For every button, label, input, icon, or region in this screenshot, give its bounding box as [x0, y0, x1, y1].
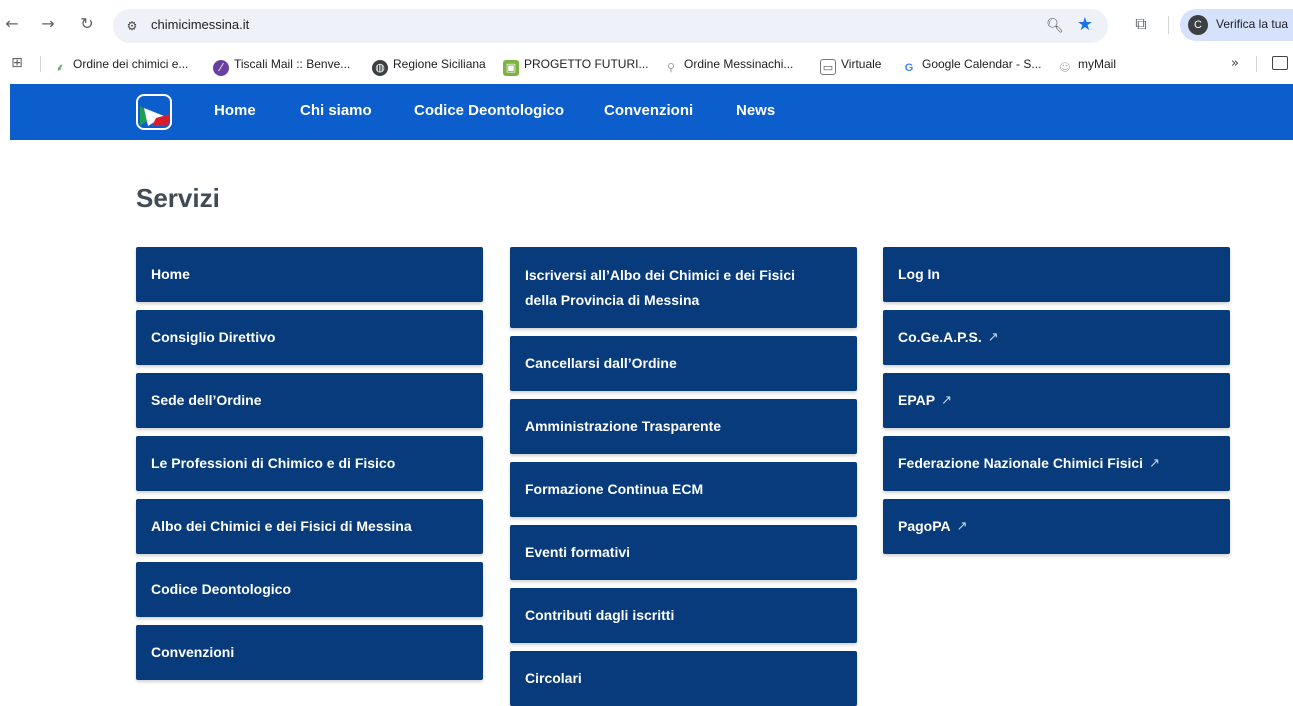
bookmark-item[interactable]: ⚲ Ordine Messinachi...: [663, 55, 793, 74]
avatar: C: [1188, 15, 1208, 35]
service-tile-consiglio-direttivo[interactable]: Consiglio Direttivo: [136, 310, 483, 365]
browser-toolbar: ← → ↻ ⚙ chimicimessina.it 🔍︎ ★ ⧉ C Verif…: [0, 0, 1293, 48]
nav-chi-siamo[interactable]: Chi siamo: [300, 102, 372, 119]
service-tile-epap[interactable]: EPAP ↗: [883, 373, 1230, 428]
service-tile-convenzioni[interactable]: Convenzioni: [136, 625, 483, 680]
bookmark-item[interactable]: ▣ PROGETTO FUTURI...: [503, 55, 648, 76]
address-bar[interactable]: ⚙ chimicimessina.it 🔍︎ ★: [113, 9, 1108, 43]
folder-icon[interactable]: [1272, 56, 1288, 70]
page-title: Servizi: [136, 183, 220, 213]
zoom-icon[interactable]: 🔍︎: [1044, 15, 1066, 37]
url-text[interactable]: chimicimessina.it: [151, 17, 249, 32]
service-tile-pagopa[interactable]: PagoPA ↗: [883, 499, 1230, 554]
service-tile-login[interactable]: Log In: [883, 247, 1230, 302]
service-tile-home[interactable]: Home: [136, 247, 483, 302]
site-info-icon[interactable]: ⚙: [122, 16, 142, 36]
reload-icon[interactable]: ↻: [75, 12, 99, 36]
divider: [40, 56, 41, 72]
plant-icon: ⸙: [55, 61, 65, 74]
apps-grid-icon[interactable]: ⊞: [8, 54, 26, 72]
divider: [1256, 56, 1257, 72]
bookmark-star-icon[interactable]: ★: [1074, 14, 1096, 36]
service-tile-formazione[interactable]: Formazione Continua ECM: [510, 462, 857, 517]
tiscali-icon: ⁄: [213, 60, 229, 76]
service-tile-professioni[interactable]: Le Professioni di Chimico e di Fisico: [136, 436, 483, 491]
service-tile-circolari[interactable]: Circolari: [510, 651, 857, 706]
service-tile-cogeaps[interactable]: Co.Ge.A.P.S. ↗: [883, 310, 1230, 365]
link-icon: ⚲: [666, 61, 676, 74]
nav-home[interactable]: Home: [214, 102, 256, 119]
service-tile-amministrazione[interactable]: Amministrazione Trasparente: [510, 399, 857, 454]
bookmark-item[interactable]: ◍ Regione Siciliana: [372, 55, 486, 76]
extensions-icon[interactable]: ⧉: [1129, 12, 1153, 36]
forward-icon[interactable]: →: [36, 12, 60, 36]
back-icon[interactable]: ←: [0, 12, 24, 36]
bookmarks-bar: ⊞ ⸙ Ordine dei chimici e... ⁄ Tiscali Mail…: [0, 48, 1293, 80]
external-link-icon: ↗: [987, 330, 999, 345]
page-icon: ▭: [820, 59, 836, 75]
globe-icon: ◍: [372, 60, 388, 76]
service-tile-federazione[interactable]: Federazione Nazionale Chimici Fisici ↗: [883, 436, 1230, 491]
bookmark-item[interactable]: ⸙ Ordine dei chimici e...: [52, 55, 189, 74]
service-tile-albo[interactable]: Albo dei Chimici e dei Fisici di Messina: [136, 499, 483, 554]
nav-codice-deontologico[interactable]: Codice Deontologico: [414, 102, 564, 119]
service-tile-codice[interactable]: Codice Deontologico: [136, 562, 483, 617]
image-icon: ▣: [503, 60, 519, 76]
google-icon: G: [904, 62, 914, 74]
logo-mark-icon: [140, 106, 170, 126]
site-header: Home Chi siamo Codice Deontologico Conve…: [10, 84, 1293, 140]
bookmark-item[interactable]: ☺ myMail: [1057, 55, 1116, 74]
bookmark-item[interactable]: G Google Calendar - S...: [901, 55, 1042, 74]
ordine-logo-icon[interactable]: [136, 94, 172, 130]
nav-convenzioni[interactable]: Convenzioni: [604, 102, 693, 119]
service-tile-contributi[interactable]: Contributi dagli iscritti: [510, 588, 857, 643]
external-link-icon: ↗: [941, 393, 952, 408]
service-tile-iscriversi[interactable]: Iscriversi all’Albo dei Chimici e dei Fi…: [510, 247, 857, 328]
nav-news[interactable]: News: [736, 102, 775, 119]
bookmark-item[interactable]: ▭ Virtuale: [820, 55, 881, 75]
service-tile-cancellarsi[interactable]: Cancellarsi dall’Ordine: [510, 336, 857, 391]
profile-chip[interactable]: C Verifica la tua: [1180, 9, 1293, 41]
mymail-icon: ☺: [1059, 61, 1071, 74]
service-tile-eventi[interactable]: Eventi formativi: [510, 525, 857, 580]
external-link-icon: ↗: [1149, 456, 1160, 471]
bookmarks-overflow-icon[interactable]: »: [1226, 55, 1244, 73]
profile-text: Verifica la tua: [1216, 17, 1289, 31]
external-link-icon: ↗: [956, 519, 968, 534]
bookmark-item[interactable]: ⁄ Tiscali Mail :: Benve...: [213, 55, 350, 76]
service-tile-sede[interactable]: Sede dell’Ordine: [136, 373, 483, 428]
divider: [1168, 16, 1169, 34]
